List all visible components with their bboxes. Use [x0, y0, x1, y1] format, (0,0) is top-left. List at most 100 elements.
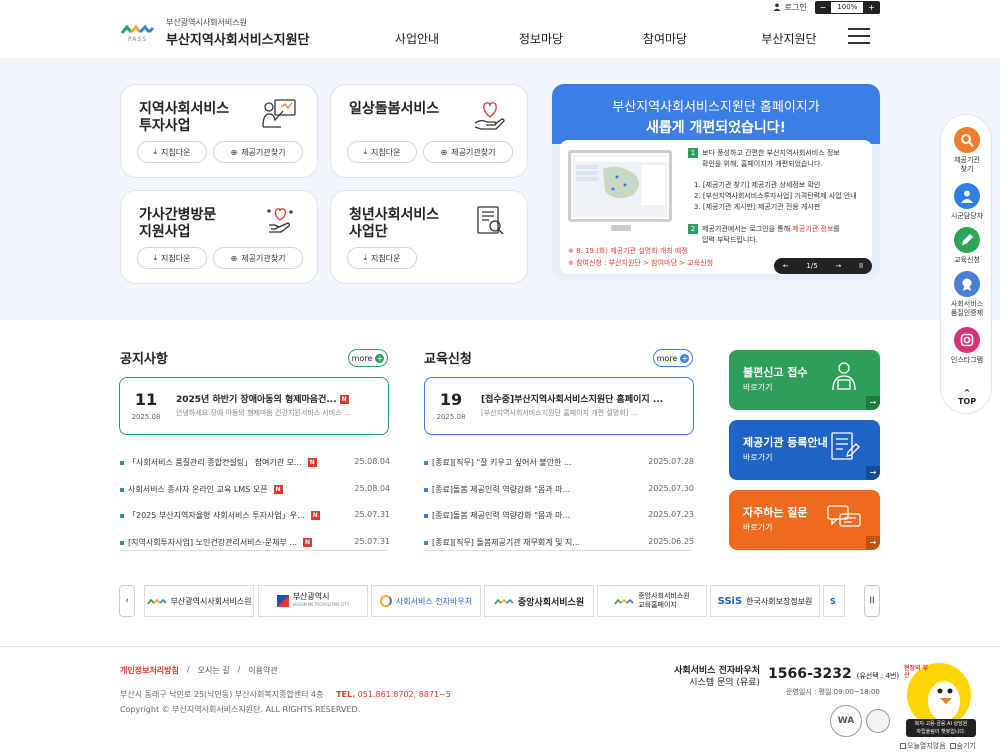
- family-site-label: 중앙사회서비스원: [517, 597, 585, 608]
- main-nav: 사업안내 정보마당 참여마당 부산지원단: [355, 30, 851, 47]
- card-youth-service[interactable]: 청년사회서비스 사업단 ⤓ 지침다운: [330, 190, 528, 284]
- find-provider-button[interactable]: ⊕ 제공기관찾기: [423, 141, 513, 163]
- nav-info[interactable]: 정보마당: [479, 30, 603, 47]
- quick-find-provider[interactable]: 제공기관 찾기: [941, 127, 993, 174]
- find-provider-button[interactable]: ⊕ 제공기관찾기: [213, 141, 303, 163]
- instagram-icon: [954, 327, 980, 353]
- download-icon: ⤓: [363, 147, 368, 156]
- zoom-in-button[interactable]: +: [863, 1, 880, 14]
- button-label: 제공기관찾기: [451, 147, 496, 157]
- item-date: 2025.07.23: [648, 510, 694, 519]
- privacy-policy-link[interactable]: 개인정보처리방침: [120, 665, 179, 676]
- arrow-right-icon: →: [866, 536, 880, 550]
- register-doc-icon: [831, 432, 860, 460]
- phone-number: 1566-3232: [768, 666, 852, 682]
- family-site-partial[interactable]: S: [823, 585, 845, 617]
- login-link[interactable]: 로그인: [773, 2, 807, 13]
- voucher-phone: 1566-3232 (유선택 : 4번): [768, 666, 899, 682]
- banner-point2: 2 제공기관에서는 로그인을 통해 제공기관 정보를 입력 부탁드립니다.: [688, 224, 840, 246]
- quick-local-manager[interactable]: 시군담당자: [941, 183, 993, 221]
- footer-separator: /: [186, 665, 190, 674]
- banner-title: 자주하는 질문: [743, 506, 808, 519]
- guide-download-button[interactable]: ⤓ 지침다운: [137, 141, 207, 163]
- dont-show-today-checkbox[interactable]: 오늘열지않음: [900, 741, 946, 751]
- list-item[interactable]: [종료]돌봄 제공인력 역량강화 "몸과 마... 2025.07.23: [424, 510, 694, 537]
- family-site-ssis[interactable]: SSiS 한국사회보장정보원: [710, 585, 820, 617]
- login-label: 로그인: [784, 2, 807, 12]
- site-header: PASS 부산광역시사회서비스원 부산지역사회서비스지원단 사업안내 정보마당 …: [0, 14, 1000, 58]
- terms-link[interactable]: 이용약관: [248, 665, 277, 676]
- user-icon: [954, 183, 980, 209]
- featured-title: 2025년 하반기 장애아동의 형제마음건... N: [176, 392, 349, 405]
- point-highlight: 제공기관 정보: [792, 225, 834, 233]
- chatbot-note[interactable]: 복지·고용·금융 AI 상담원 자립울림이 챗봇입니다.: [906, 719, 976, 737]
- point-text: 입력 부탁드립니다.: [702, 236, 758, 244]
- pencil-icon: [954, 227, 980, 253]
- family-prev-button[interactable]: ‹: [119, 585, 135, 617]
- notice-featured[interactable]: 11 2025.08 2025년 하반기 장애아동의 형제마음건... N 안녕하세…: [119, 377, 389, 435]
- edu-more-button[interactable]: more +: [653, 349, 693, 367]
- presenter-board-icon: [261, 97, 299, 133]
- list-item[interactable]: 「사회서비스 품질관리 종합컨설팅」 참여기관 모... N 25.08.04: [120, 457, 390, 484]
- voucher-phone-label: 사회서비스 전자바우처 시스템 문의 (유료): [662, 665, 760, 689]
- family-site-central-education[interactable]: 중앙사회서비스원 교육홈페이지: [597, 585, 707, 617]
- faq-banner[interactable]: 자주하는 질문 바로가기 →: [729, 490, 880, 550]
- list-item[interactable]: [종료][직무] "잘 키우고 싶어서 불안한 ... 2025.07.28: [424, 457, 694, 484]
- find-provider-button[interactable]: ⊕ 제공기관찾기: [213, 247, 303, 269]
- card-home-care-visit[interactable]: 가사간병방문 지원사업 ⤓ 지침다운 ⊕ 제공기관찾기: [120, 190, 318, 284]
- complaint-banner[interactable]: 불편신고 접수 바로가기 →: [729, 350, 880, 410]
- family-site-busan-city[interactable]: 부산광역시 BUSAN METROPOLITAN CITY: [258, 585, 368, 617]
- list-item[interactable]: [종료]돌봄 제공인력 역량강화 "몸과 마... 2025.07.30: [424, 484, 694, 511]
- new-badge: N: [273, 484, 283, 494]
- directions-link[interactable]: 오시는 길: [198, 665, 230, 676]
- renewal-banner[interactable]: 부산지역사회서비스지원단 홈페이지가 새롭게 개편되었습니다! 1 보다 풍성하고…: [552, 84, 880, 280]
- family-site-e-voucher[interactable]: 사회서비스 전자바우처: [371, 585, 481, 617]
- bullet-icon: [424, 514, 428, 518]
- quick-quality-cert[interactable]: 사회서비스 품질인증제: [941, 271, 993, 318]
- prev-arrow-icon[interactable]: ←: [783, 262, 789, 270]
- site-logo[interactable]: PASS 부산광역시사회서비스원 부산지역사회서비스지원단: [120, 17, 310, 48]
- notice-list: 「사회서비스 품질관리 종합컨설팅」 참여기관 모... N 25.08.04 사…: [120, 457, 390, 563]
- item-date: 2025.07.28: [648, 457, 694, 466]
- featured-month: 2025.08: [131, 413, 161, 421]
- guide-download-button[interactable]: ⤓ 지침다운: [347, 141, 417, 163]
- next-arrow-icon[interactable]: →: [835, 262, 841, 270]
- provider-register-banner[interactable]: 제공기관 등록안내 바로가기 →: [729, 420, 880, 480]
- banner-item: 2. [부산지역사회서비스투자사업] 가격탄력제 사업 안내: [694, 192, 857, 200]
- edu-featured[interactable]: 19 2025.08 [접수중]부산지역사회서비스지원단 홈페이지 ... [부산…: [424, 377, 694, 435]
- banner-title-line1: 부산지역사회서비스지원단 홈페이지가: [612, 100, 820, 115]
- family-site-central-social-service[interactable]: 중앙사회서비스원: [484, 585, 594, 617]
- list-item[interactable]: 사회서비스 종사자 온라인 교육 LMS 오픈 N 25.08.04: [120, 484, 390, 511]
- guide-download-button[interactable]: ⤓ 지침다운: [347, 247, 417, 269]
- card-daily-care[interactable]: 일상돌봄서비스 ⤓ 지침다운 ⊕ 제공기관찾기: [330, 84, 528, 178]
- pause-icon[interactable]: II: [859, 262, 863, 270]
- card-community-investment[interactable]: 지역사회서비스 투자사업 ⤓ 지침다운 ⊕ 제공기관찾기: [120, 84, 318, 178]
- magnifier-icon: ⊕: [230, 253, 238, 263]
- nav-business[interactable]: 사업안내: [355, 30, 479, 47]
- nav-participation[interactable]: 참여마당: [603, 30, 727, 47]
- list-item[interactable]: 「2025 부산지역자율형 사회서비스 투자사업」우... N 25.07.31: [120, 510, 390, 537]
- bullet-icon: [120, 540, 124, 545]
- nav-about[interactable]: 부산지원단: [727, 30, 851, 47]
- family-site-busan-social-service[interactable]: 부산광역시사회서비스원: [144, 585, 254, 617]
- search-icon: [954, 127, 980, 153]
- family-site-label: 중앙사회서비스원 교육홈페이지: [638, 592, 690, 609]
- family-pause-button[interactable]: II: [864, 585, 880, 617]
- button-label: 지침다운: [161, 253, 191, 263]
- care-hand-icon: [261, 203, 299, 239]
- quick-instagram[interactable]: 인스타그램: [941, 327, 993, 365]
- scroll-top-button[interactable]: ^ TOP: [941, 389, 993, 407]
- notice-more-button[interactable]: more +: [348, 349, 388, 367]
- featured-title-text: 2025년 하반기 장애아동의 형제마음건...: [176, 395, 337, 405]
- quick-education[interactable]: 교육신청: [941, 227, 993, 265]
- zoom-value: 100%: [831, 1, 864, 13]
- top-label: TOP: [957, 397, 977, 406]
- card-title: 청년사회서비스 사업단: [349, 207, 440, 240]
- new-badge: N: [303, 537, 313, 547]
- zoom-control: − 100% +: [814, 0, 880, 14]
- hide-checkbox[interactable]: 숨기기: [949, 741, 976, 751]
- menu-icon[interactable]: [848, 28, 870, 44]
- logo-sub-text: PASS: [128, 35, 147, 43]
- zoom-out-button[interactable]: −: [815, 1, 832, 14]
- guide-download-button[interactable]: ⤓ 지침다운: [137, 247, 207, 269]
